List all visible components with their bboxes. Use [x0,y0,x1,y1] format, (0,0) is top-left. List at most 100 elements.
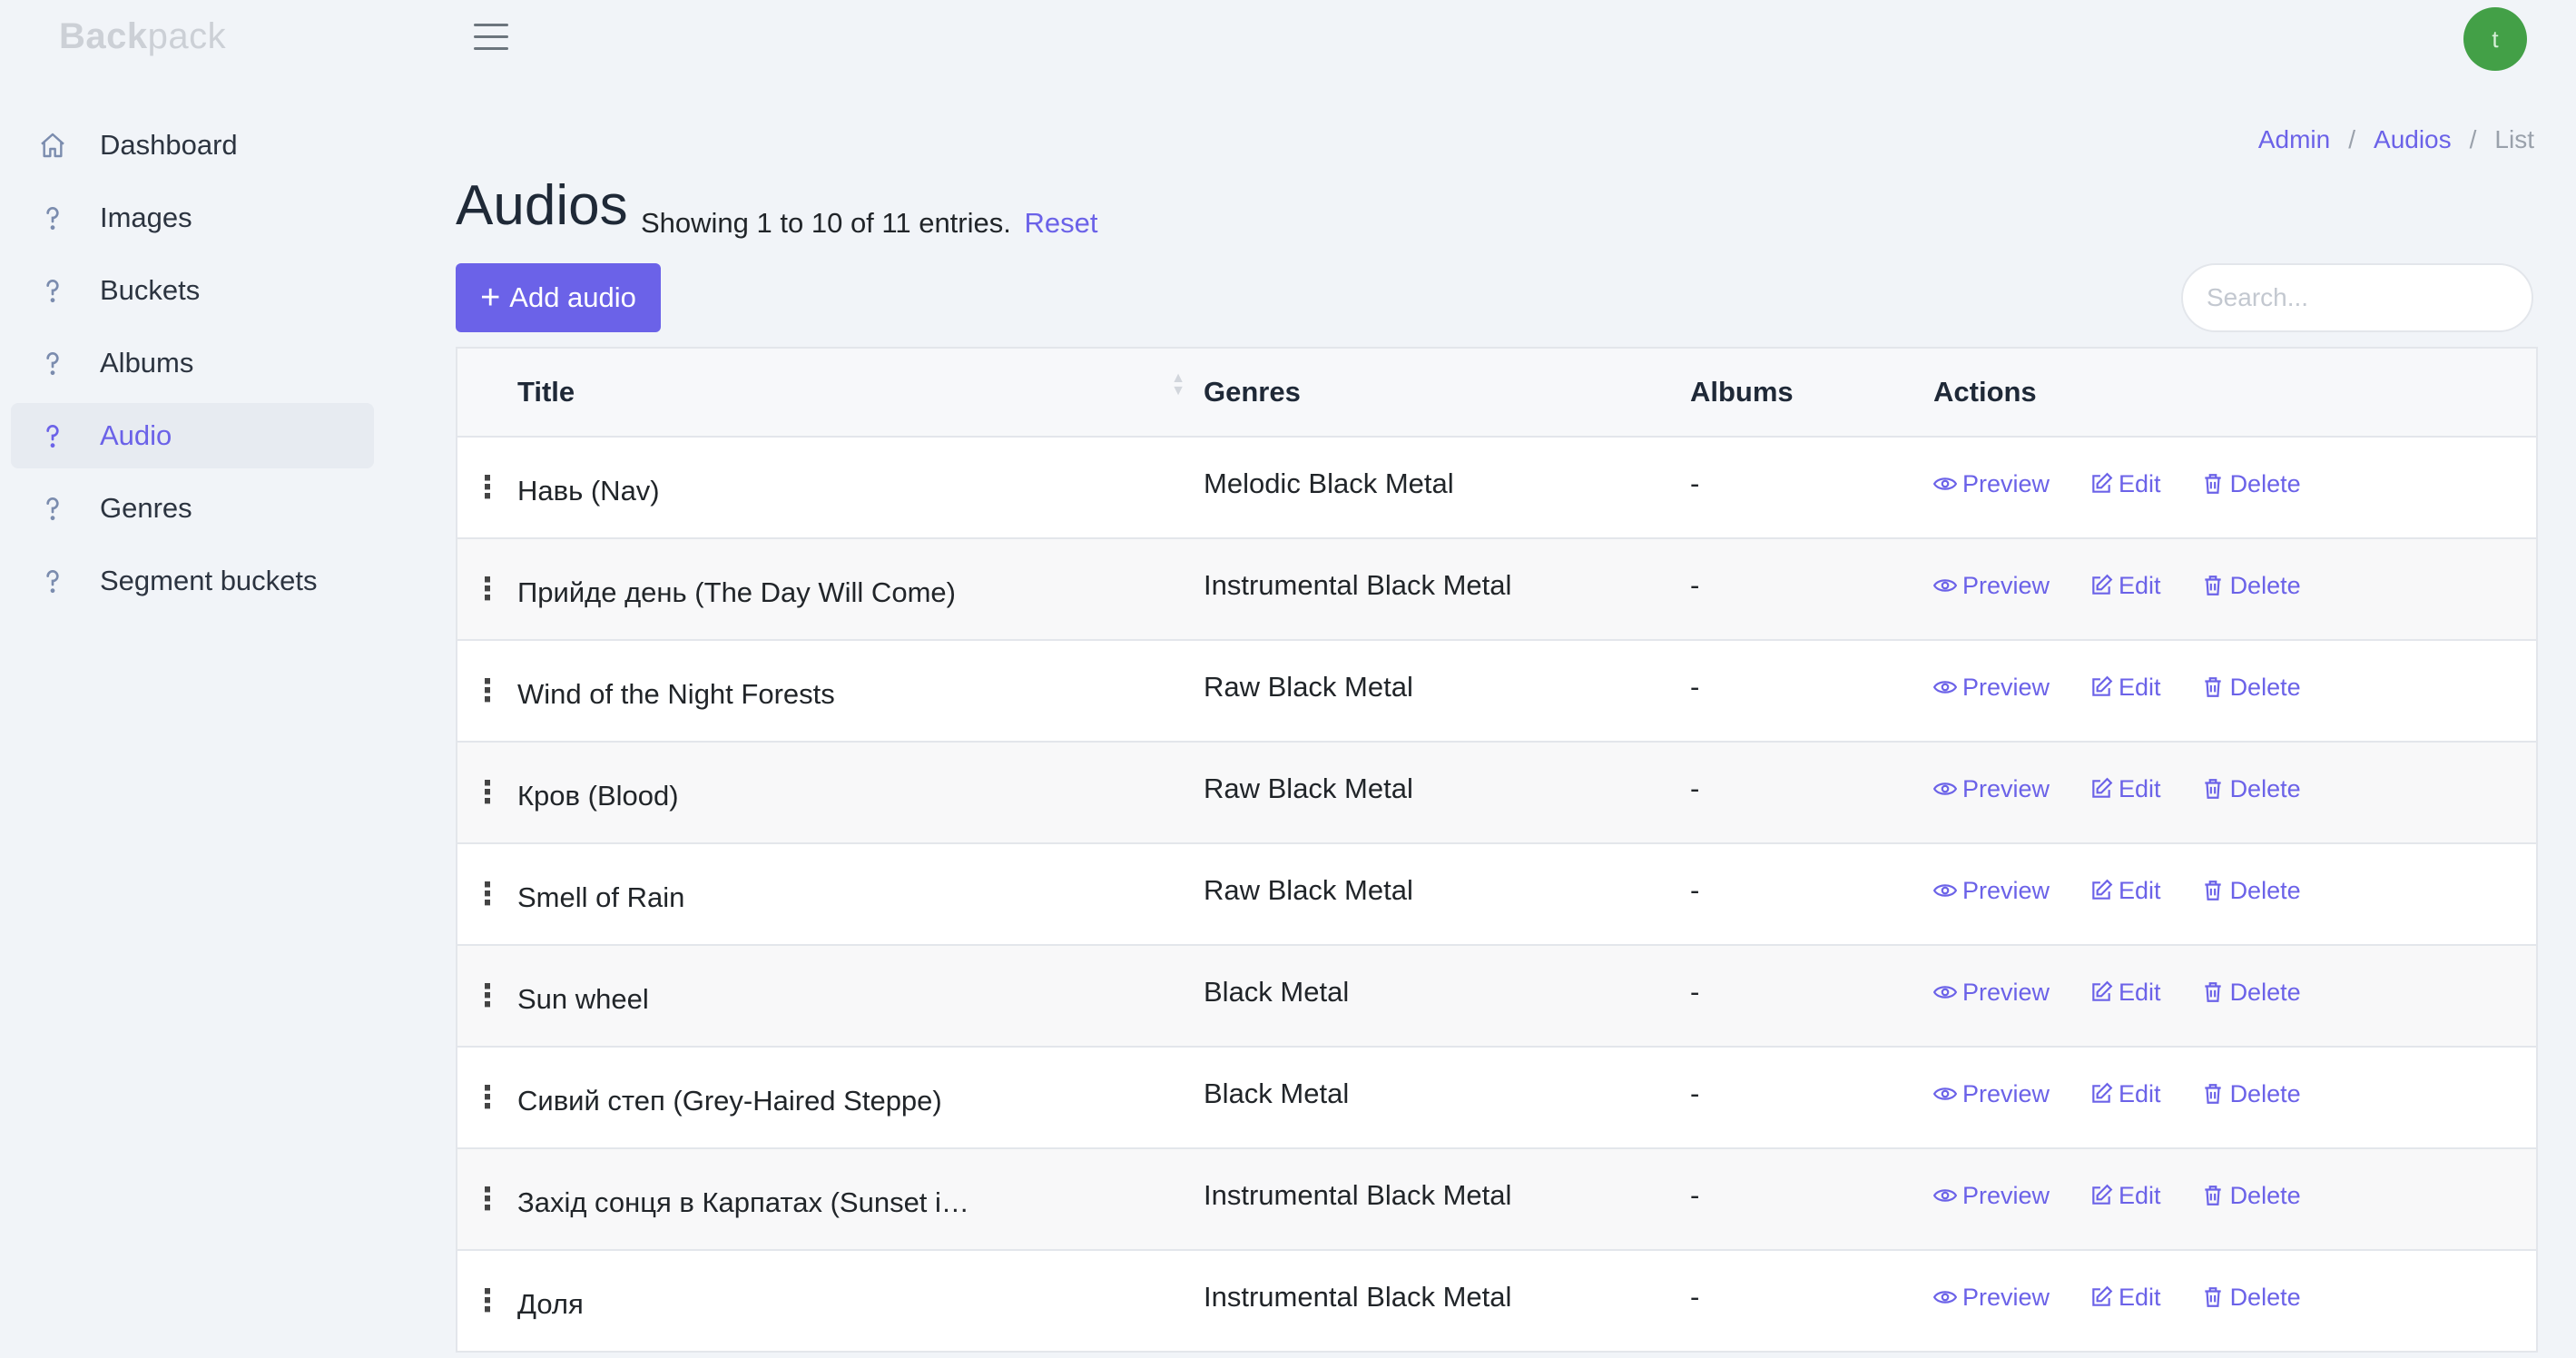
row-menu-icon[interactable]: ⋮ [472,472,503,503]
trash-icon [2204,881,2221,900]
edit-icon [2092,980,2113,1001]
row-menu-icon[interactable]: ⋮ [472,777,503,808]
row-menu-icon[interactable]: ⋮ [472,1285,503,1316]
row-menu-icon[interactable]: ⋮ [472,1082,503,1113]
sidebar-item-label: Audio [100,419,172,451]
cell-albums: - [1690,976,1700,1008]
preview-button[interactable]: Preview [1933,877,2050,905]
edit-button[interactable]: Edit [2089,775,2161,803]
delete-button[interactable]: Delete [2201,572,2301,600]
cell-actions: Preview Edit Delete [1933,877,2536,909]
edit-icon [2092,675,2113,696]
cell-genres: Raw Black Metal [1204,772,1413,804]
cell-albums: - [1690,671,1700,703]
edit-button[interactable]: Edit [2089,1284,2161,1312]
question-icon [36,492,69,525]
cell-title: Smell of Rain [517,881,685,913]
cell-albums: - [1690,1281,1700,1313]
table-body: ⋮ Навь (Nav) Melodic Black Metal - Previ… [457,438,2536,1353]
sidebar-item-label: Buckets [100,274,201,306]
delete-button[interactable]: Delete [2201,1284,2301,1312]
cell-genres: Melodic Black Metal [1204,467,1454,499]
delete-button[interactable]: Delete [2201,979,2301,1007]
row-menu-icon[interactable]: ⋮ [472,574,503,605]
sidebar-item-genres[interactable]: Genres [11,476,374,541]
cell-actions: Preview Edit Delete [1933,1182,2536,1214]
trash-icon [2204,779,2221,799]
sidebar-item-label: Albums [100,347,194,379]
row-menu-icon[interactable]: ⋮ [472,1184,503,1215]
sidebar-item-dashboard[interactable]: Dashboard [11,113,374,178]
sidebar-item-label: Images [100,202,192,233]
cell-title: Sun wheel [517,983,649,1015]
sidebar-item-audio[interactable]: Audio [11,403,374,468]
trash-icon [2204,982,2221,1002]
preview-button[interactable]: Preview [1933,470,2050,498]
cell-actions: Preview Edit Delete [1933,470,2536,502]
breadcrumb-current: List [2494,125,2534,153]
edit-icon [2092,879,2113,900]
cell-genres: Raw Black Metal [1204,874,1413,906]
search-input[interactable] [2181,263,2533,332]
avatar[interactable]: t [2463,7,2527,71]
preview-button[interactable]: Preview [1933,775,2050,803]
cell-albums: - [1690,569,1700,601]
sidebar-item-albums[interactable]: Albums [11,330,374,396]
delete-button[interactable]: Delete [2201,1182,2301,1210]
sidebar-item-images[interactable]: Images [11,185,374,251]
brand-logo[interactable]: Backpack [59,16,226,57]
preview-button[interactable]: Preview [1933,979,2050,1007]
edit-icon [2092,1285,2113,1306]
eye-icon [1933,884,1957,897]
column-genres: Genres [1204,376,1301,408]
add-audio-button[interactable]: + Add audio [456,263,661,332]
eye-icon [1933,1087,1957,1100]
delete-button[interactable]: Delete [2201,470,2301,498]
edit-button[interactable]: Edit [2089,572,2161,600]
edit-button[interactable]: Edit [2089,877,2161,905]
eye-icon [1933,1291,1957,1304]
table-row: ⋮ Smell of Rain Raw Black Metal - Previe… [457,844,2536,946]
breadcrumb-admin[interactable]: Admin [2258,125,2330,154]
edit-button[interactable]: Edit [2089,674,2161,702]
edit-button[interactable]: Edit [2089,1080,2161,1108]
breadcrumb-audios[interactable]: Audios [2374,125,2452,154]
trash-icon [2204,677,2221,697]
edit-button[interactable]: Edit [2089,470,2161,498]
cell-title: Доля [517,1288,584,1320]
row-menu-icon[interactable]: ⋮ [472,980,503,1011]
cell-albums: - [1690,1078,1700,1109]
delete-button[interactable]: Delete [2201,1080,2301,1108]
cell-genres: Instrumental Black Metal [1204,1281,1512,1313]
column-albums: Albums [1690,376,1794,408]
plus-icon: + [480,279,501,317]
cell-actions: Preview Edit Delete [1933,1080,2536,1112]
cell-albums: - [1690,874,1700,906]
menu-toggle-icon[interactable] [474,24,508,53]
sort-icon[interactable]: ▲ ▼ [1171,371,1185,399]
preview-button[interactable]: Preview [1933,674,2050,702]
reset-link[interactable]: Reset [1024,207,1097,239]
delete-button[interactable]: Delete [2201,674,2301,702]
entries-summary: Showing 1 to 10 of 11 entries. Reset [641,207,1097,240]
column-title[interactable]: Title ▲ ▼ [517,371,1204,408]
preview-button[interactable]: Preview [1933,1182,2050,1210]
sidebar-item-segment-buckets[interactable]: Segment buckets [11,548,374,614]
sidebar-item-buckets[interactable]: Buckets [11,258,374,323]
edit-icon [2092,1082,2113,1103]
edit-button[interactable]: Edit [2089,1182,2161,1210]
table-row: ⋮ Навь (Nav) Melodic Black Metal - Previ… [457,438,2536,539]
delete-button[interactable]: Delete [2201,877,2301,905]
table-row: ⋮ Доля Instrumental Black Metal - Previe… [457,1251,2536,1353]
trash-icon [2204,1084,2221,1104]
table-header: Title ▲ ▼ Genres Albums Actions [457,349,2536,438]
delete-button[interactable]: Delete [2201,775,2301,803]
row-menu-icon[interactable]: ⋮ [472,879,503,910]
edit-button[interactable]: Edit [2089,979,2161,1007]
cell-actions: Preview Edit Delete [1933,1284,2536,1315]
preview-button[interactable]: Preview [1933,572,2050,600]
preview-button[interactable]: Preview [1933,1284,2050,1312]
cell-actions: Preview Edit Delete [1933,572,2536,604]
preview-button[interactable]: Preview [1933,1080,2050,1108]
row-menu-icon[interactable]: ⋮ [472,675,503,706]
